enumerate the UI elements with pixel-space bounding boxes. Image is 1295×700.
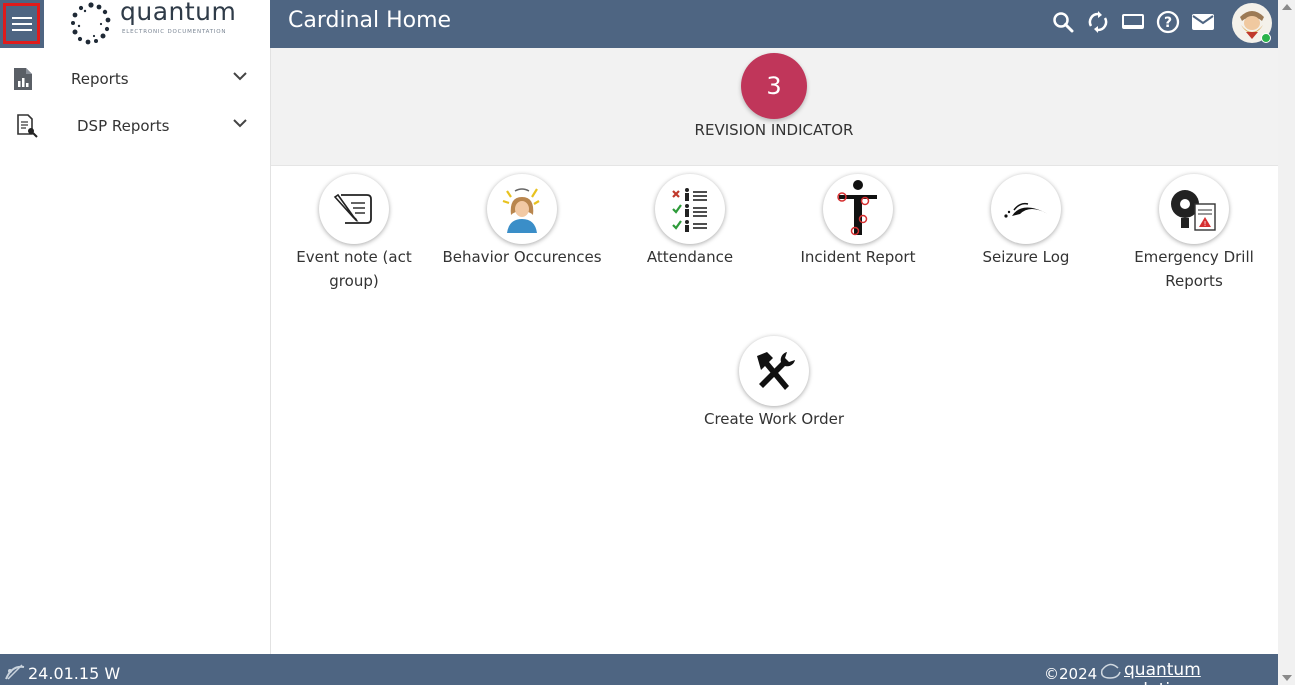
version-icon (5, 664, 25, 680)
scroll-down-arrow-icon[interactable] (1282, 675, 1292, 681)
stressed-person-icon (502, 188, 540, 233)
copyright-text: ©2024 (1044, 665, 1098, 683)
hamburger-menu-button[interactable] (3, 3, 40, 44)
header-actions: ? (1050, 9, 1216, 35)
seizure-log-button[interactable] (991, 174, 1061, 244)
attendance-checklist-icon (672, 188, 707, 232)
logo[interactable]: quantum ELECTRONIC DOCUMENTATION (44, 0, 270, 48)
online-status-dot (1261, 33, 1271, 43)
revision-indicator-panel: 3 REVISION INDICATOR (271, 48, 1278, 166)
tools-icon (757, 352, 795, 390)
body-figure-icon (837, 180, 877, 236)
sidebar-item-reports[interactable]: Reports (0, 57, 270, 101)
menu-line (11, 16, 32, 19)
tile-label: Incident Report (800, 248, 916, 266)
scroll-up-arrow-icon[interactable] (1282, 4, 1292, 10)
tile-emergency-drill-reports[interactable]: ! Emergency Drill Reports (1110, 174, 1278, 293)
search-icon[interactable] (1050, 9, 1076, 35)
tile-label: Seizure Log (982, 248, 1070, 266)
sidebar-item-label: Reports (71, 70, 129, 88)
tile-label: Attendance (646, 248, 734, 266)
brand-link[interactable]: quantum solutions (1124, 660, 1278, 700)
top-bar: quantum ELECTRONIC DOCUMENTATION Cardina… (0, 0, 1278, 48)
report-chart-icon (14, 68, 32, 90)
footer: 24.01.15 W ©2024 quantum solutions (0, 654, 1278, 700)
sidebar-item-dsp-reports[interactable]: DSP Reports (0, 104, 270, 148)
tile-incident-report[interactable]: Incident Report (774, 174, 942, 269)
quantum-swirl-icon (1100, 663, 1121, 679)
behavior-occurences-button[interactable] (487, 174, 557, 244)
sidebar-item-label: DSP Reports (77, 117, 170, 135)
create-work-order-button[interactable] (739, 336, 809, 406)
tile-label: Event note (act group) (296, 248, 412, 290)
quantum-logo-icon (71, 2, 111, 45)
tile-create-work-order[interactable]: Create Work Order (690, 336, 858, 431)
revision-label: REVISION INDICATOR (694, 121, 854, 139)
menu-line (11, 28, 32, 31)
help-icon[interactable]: ? (1155, 9, 1181, 35)
display-icon[interactable] (1120, 9, 1146, 35)
logo-text: quantum (120, 0, 237, 26)
tile-attendance[interactable]: Attendance (606, 174, 774, 269)
page-title: Cardinal Home (288, 8, 452, 33)
mail-icon[interactable] (1190, 9, 1216, 35)
sidebar: Reports DSP Reports (0, 48, 271, 654)
sync-icon[interactable] (1085, 9, 1111, 35)
menu-line (11, 22, 32, 25)
tile-event-note[interactable]: Event note (act group) (270, 174, 438, 293)
vertical-scrollbar[interactable] (1278, 0, 1295, 685)
revision-count-badge[interactable]: 3 (741, 53, 807, 119)
emergency-drill-button[interactable]: ! (1159, 174, 1229, 244)
seizure-wave-icon (1004, 202, 1048, 218)
svg-text:!: ! (1204, 220, 1207, 228)
version-label: 24.01.15 W (28, 664, 121, 683)
attendance-button[interactable] (655, 174, 725, 244)
chevron-down-icon[interactable] (232, 71, 248, 81)
alarm-bell-icon: ! (1171, 190, 1216, 231)
tile-label: Create Work Order (704, 410, 844, 428)
tile-behavior-occurences[interactable]: Behavior Occurences (438, 174, 606, 269)
chevron-down-icon[interactable] (232, 118, 248, 128)
incident-report-button[interactable] (823, 174, 893, 244)
svg-text:?: ? (1164, 15, 1172, 31)
tile-seizure-log[interactable]: Seizure Log (942, 174, 1110, 269)
logo-subtitle: ELECTRONIC DOCUMENTATION (122, 29, 227, 35)
tile-label: Behavior Occurences (442, 248, 602, 266)
event-note-button[interactable] (319, 174, 389, 244)
note-pen-icon (333, 193, 372, 224)
user-avatar[interactable] (1232, 3, 1272, 43)
document-search-icon (17, 114, 38, 138)
tile-label: Emergency Drill Reports (1134, 248, 1254, 290)
